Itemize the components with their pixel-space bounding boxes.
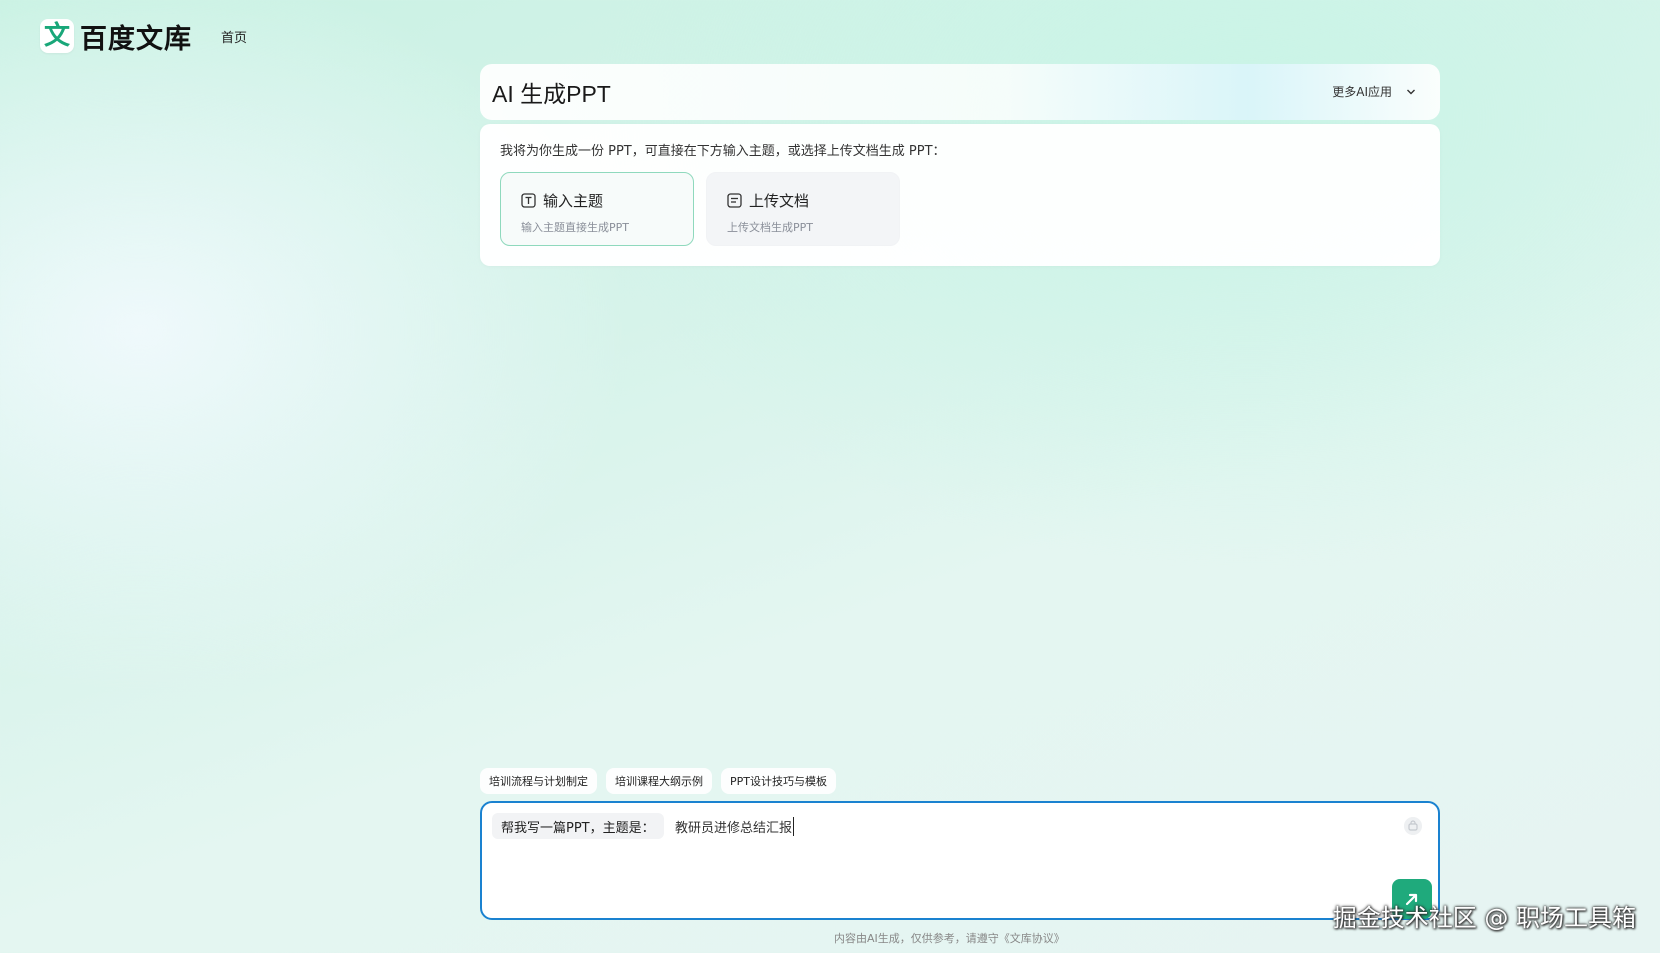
nav-home-link[interactable]: 首页	[221, 27, 247, 46]
suggestion-chips: 培训流程与计划制定 培训课程大纲示例 PPT设计技巧与模板	[480, 768, 845, 794]
generation-mode-card: 我将为你生成一份 PPT，可直接在下方输入主题，或选择上传文档生成 PPT： 输…	[480, 124, 1440, 266]
intro-text: 我将为你生成一份 PPT，可直接在下方输入主题，或选择上传文档生成 PPT：	[500, 144, 946, 159]
brand-name: 百度文库	[80, 23, 192, 55]
suggestion-chip[interactable]: 培训课程大纲示例	[606, 768, 712, 794]
page-header: AI 生成PPT 更多AI应用	[480, 64, 1440, 120]
text-icon	[521, 193, 536, 208]
chevron-down-icon	[1407, 89, 1415, 94]
prompt-input-box[interactable]: 帮我写一篇PPT，主题是： 教研员进修总结汇报	[480, 801, 1440, 920]
option-upload-document[interactable]: 上传文档 上传文档生成PPT	[706, 172, 900, 246]
watermark: 掘金技术社区 @ 职场工具箱	[1332, 904, 1636, 932]
more-ai-apps-dropdown[interactable]: 更多AI应用	[1332, 83, 1416, 100]
option-upload-document-subtitle: 上传文档生成PPT	[727, 221, 813, 234]
option-enter-topic-title: 输入主题	[543, 192, 604, 210]
attachment-icon[interactable]	[1404, 817, 1422, 835]
option-enter-topic-subtitle: 输入主题直接生成PPT	[521, 221, 629, 234]
top-bar: 文 百度文库 首页	[40, 17, 247, 56]
disclaimer-text: 内容由AI生成，仅供参考，请遵守《文库协议》	[834, 932, 1065, 945]
topic-input[interactable]: 教研员进修总结汇报	[675, 817, 795, 836]
page-title: AI 生成PPT	[492, 81, 611, 107]
baidu-wenku-logo[interactable]: 文 百度文库	[40, 17, 192, 56]
option-upload-document-title: 上传文档	[749, 192, 810, 210]
option-enter-topic[interactable]: 输入主题 输入主题直接生成PPT	[500, 172, 694, 246]
wenku-logo-icon: 文	[40, 19, 74, 53]
more-ai-apps-label: 更多AI应用	[1332, 85, 1392, 99]
prompt-prefix-tag: 帮我写一篇PPT，主题是：	[492, 813, 664, 839]
suggestion-chip[interactable]: PPT设计技巧与模板	[721, 768, 836, 794]
document-icon	[727, 193, 742, 208]
suggestion-chip[interactable]: 培训流程与计划制定	[480, 768, 597, 794]
